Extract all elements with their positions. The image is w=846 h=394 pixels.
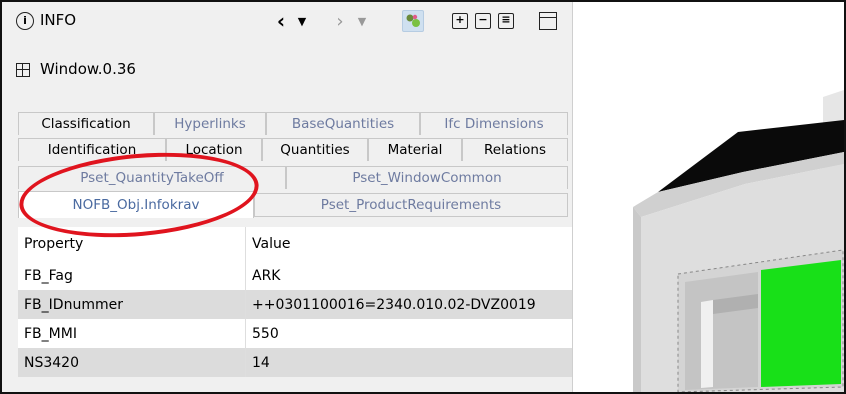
tab-pset-productrequirements[interactable]: Pset_ProductRequirements: [254, 193, 568, 216]
filter-icon[interactable]: [402, 10, 424, 32]
value-cell: ARK: [252, 267, 281, 284]
property-cell: FB_MMI: [18, 319, 246, 348]
list-icon[interactable]: ≡: [498, 13, 514, 29]
object-row: Window.0.36: [2, 54, 572, 84]
back-dropdown-icon[interactable]: ▼: [294, 10, 310, 32]
chevron-left-icon[interactable]: ‹: [272, 9, 290, 33]
tab-quantities[interactable]: Quantities: [262, 138, 368, 161]
tab-ifc-dimensions[interactable]: Ifc Dimensions: [420, 112, 568, 135]
tab-classification[interactable]: Classification: [18, 112, 154, 135]
3d-viewport[interactable]: [573, 2, 844, 392]
remove-icon[interactable]: −: [475, 13, 491, 29]
screenshot-frame: i INFO ‹ ▼ › ▼ + − ≡ Window.0.36 Classif…: [0, 0, 846, 394]
tab-relations[interactable]: Relations: [462, 138, 568, 161]
header-value[interactable]: Value: [246, 227, 572, 261]
tab-basequantities[interactable]: BaseQuantities: [266, 112, 420, 135]
forward-dropdown-icon[interactable]: ▼: [354, 10, 370, 32]
window-icon[interactable]: [539, 12, 557, 30]
add-icon[interactable]: +: [452, 13, 468, 29]
info-panel: i INFO ‹ ▼ › ▼ + − ≡ Window.0.36 Classif…: [2, 2, 573, 392]
object-name: Window.0.36: [40, 60, 136, 78]
table-row[interactable]: FB_Fag ARK: [18, 261, 572, 290]
3d-window-model: [573, 2, 844, 392]
value-cell: 550: [252, 325, 279, 342]
tab-pset-windowcommon[interactable]: Pset_WindowCommon: [286, 166, 568, 189]
table-row[interactable]: FB_IDnummer ++0301100016=2340.010.02-DVZ…: [18, 290, 572, 319]
property-cell: FB_Fag: [18, 261, 246, 290]
property-cell: NS3420: [18, 348, 246, 377]
panel-title: INFO: [40, 11, 77, 29]
value-cell: ++0301100016=2340.010.02-DVZ0019: [252, 296, 536, 313]
window-object-icon: [16, 63, 30, 77]
info-titlebar: i INFO ‹ ▼ › ▼ + − ≡: [2, 2, 572, 40]
tab-material[interactable]: Material: [368, 138, 462, 161]
value-cell: 14: [252, 354, 270, 371]
property-cell: FB_IDnummer: [18, 290, 246, 319]
filter-icon-graphic: [406, 14, 420, 27]
chevron-right-icon[interactable]: ›: [332, 10, 348, 32]
selected-window-pane: [761, 260, 841, 387]
table-row[interactable]: NS3420 14: [18, 348, 572, 377]
info-icon: i: [16, 12, 34, 30]
tab-hyperlinks[interactable]: Hyperlinks: [154, 112, 266, 135]
table-row[interactable]: FB_MMI 550: [18, 319, 572, 348]
